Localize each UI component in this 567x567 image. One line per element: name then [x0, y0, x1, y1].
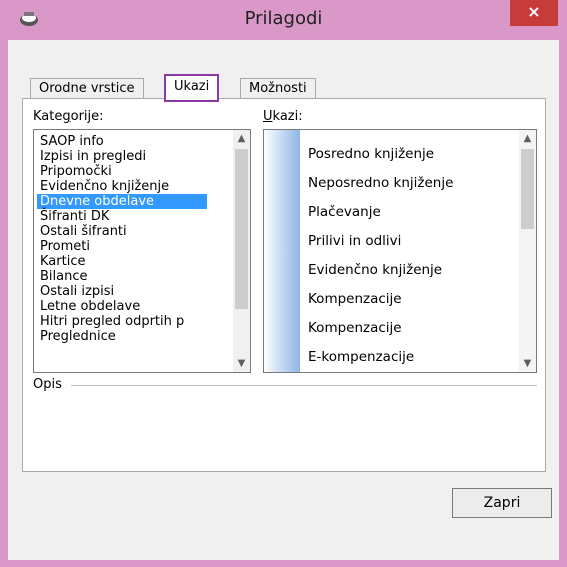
category-item[interactable]: Ostali izpisi [37, 284, 117, 299]
title-bar[interactable]: Prilagodi × [0, 0, 567, 40]
command-item-label: E-kompenzacije [308, 349, 415, 365]
command-item[interactable]: Evidenčno knjiženje▶ [308, 260, 442, 280]
command-item-label: Neposredno knjiženje [308, 175, 454, 191]
category-item[interactable]: Bilance [37, 269, 91, 284]
category-item[interactable]: Šifranti DK [37, 209, 112, 224]
commands-scrollbar[interactable]: ▲ ▼ [519, 130, 536, 372]
close-window-button[interactable]: × [510, 0, 558, 26]
close-button[interactable]: Zapri [452, 488, 552, 518]
category-item[interactable]: Dnevne obdelave [37, 194, 207, 209]
categories-listbox[interactable]: SAOP info Izpisi in pregledi Pripomočki Evi… [33, 129, 251, 373]
command-item[interactable]: Kompenzacije▶ [308, 289, 402, 309]
tab-options[interactable]: Možnosti [240, 78, 316, 99]
commands-scroll-thumb[interactable] [521, 149, 534, 229]
commands-label: Ukazi: [263, 109, 303, 124]
command-item-label: Posredno knjiženje [308, 146, 435, 162]
category-item[interactable]: Izpisi in pregledi [37, 149, 149, 164]
categories-label: Kategorije: [33, 109, 104, 124]
commands-tab-panel: Kategorije: SAOP info Izpisi in pregledi P… [22, 98, 546, 472]
command-item-label: Kompenzacije [308, 320, 402, 336]
scroll-down-icon[interactable]: ▼ [519, 355, 536, 372]
description-group-line [71, 385, 537, 386]
scroll-up-icon[interactable]: ▲ [233, 130, 250, 147]
categories-scroll-thumb[interactable] [235, 149, 248, 309]
category-item[interactable]: Kartice [37, 254, 88, 269]
category-item[interactable]: Evidenčno knjiženje [37, 179, 172, 194]
command-item-label: Kompenzacije [308, 291, 402, 307]
customize-dialog: Prilagodi × Orodne vrstice Ukazi Možnost… [0, 0, 567, 567]
command-item[interactable]: Prilivi in odlivi [308, 231, 401, 251]
command-item-label: Prilivi in odlivi [308, 233, 402, 249]
command-icon-strip [264, 130, 300, 372]
command-item-label: Evidenčno knjiženje [308, 262, 443, 278]
window-title: Prilagodi [244, 8, 323, 29]
command-item[interactable]: Plačevanje [308, 202, 381, 222]
command-item[interactable]: E-kompenzacije [308, 347, 414, 367]
category-item[interactable]: SAOP info [37, 134, 107, 149]
command-item-label: Plačevanje [308, 204, 381, 220]
category-item[interactable]: Preglednice [37, 329, 119, 344]
dialog-client-area: Orodne vrstice Ukazi Možnosti Kategorije… [8, 40, 559, 560]
category-item[interactable]: Prometi [37, 239, 93, 254]
description-label: Opis [33, 377, 62, 392]
category-item[interactable]: Pripomočki [37, 164, 115, 179]
command-item[interactable]: Kompenzacije [308, 318, 402, 338]
category-item[interactable]: Hitri pregled odprtih p [37, 314, 187, 329]
category-item[interactable]: Ostali šifranti [37, 224, 130, 239]
commands-listbox[interactable]: Posredno knjiženje Neposredno knjiženje Pl… [263, 129, 537, 373]
scroll-down-icon[interactable]: ▼ [233, 355, 250, 372]
category-item[interactable]: Letne obdelave [37, 299, 143, 314]
tab-commands[interactable]: Ukazi [164, 74, 220, 102]
scroll-up-icon[interactable]: ▲ [519, 130, 536, 147]
command-item[interactable]: Neposredno knjiženje [308, 173, 453, 193]
tab-toolbars[interactable]: Orodne vrstice [30, 78, 144, 99]
command-item[interactable]: Posredno knjiženje [308, 144, 434, 164]
categories-scrollbar[interactable]: ▲ ▼ [233, 130, 250, 372]
